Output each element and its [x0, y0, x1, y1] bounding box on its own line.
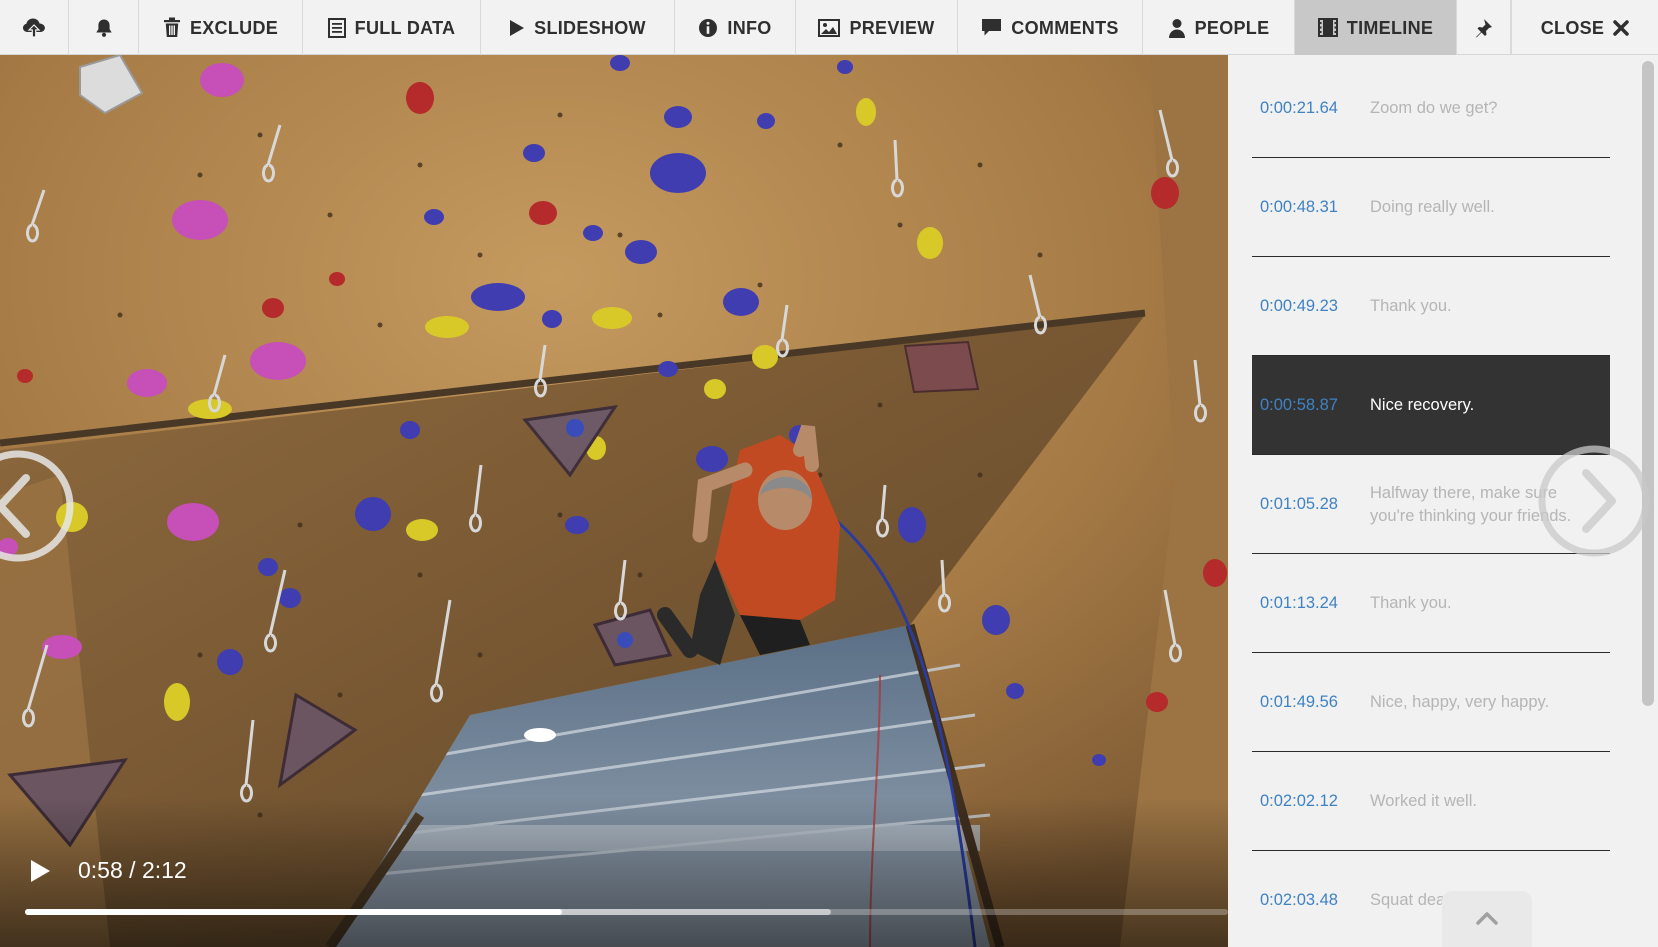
pin-icon — [1475, 18, 1492, 37]
chevron-up-icon — [1476, 912, 1498, 925]
timeline-timestamp[interactable]: 0:01:13.24 — [1260, 554, 1338, 653]
time-separator: / — [129, 857, 136, 883]
preview-label: PREVIEW — [849, 18, 935, 38]
bell-icon — [95, 19, 112, 37]
timeline-caption: Zoom do we get? — [1370, 99, 1498, 117]
close-label: CLOSE — [1540, 18, 1605, 38]
timeline-entry[interactable]: 0:00:48.31 Doing really well. — [1252, 158, 1610, 257]
person-icon — [1168, 18, 1185, 38]
panel-scrollbar[interactable] — [1642, 61, 1654, 706]
document-icon — [327, 17, 346, 38]
timeline-caption: Nice recovery. — [1370, 396, 1475, 414]
people-button[interactable]: PEOPLE — [1143, 0, 1295, 55]
timeline-entry[interactable]: 0:01:49.56 Nice, happy, very happy. — [1252, 653, 1610, 752]
toolbar: EXCLUDE FULL DATA SLIDESHOW INFO PREVIEW… — [0, 0, 1658, 55]
played-bar — [25, 909, 562, 915]
timeline-entry[interactable]: 0:00:49.23 Thank you. — [1252, 257, 1610, 356]
time-display: 0:58 / 2:12 — [78, 857, 187, 884]
timeline-label: TIMELINE — [1346, 18, 1434, 38]
info-button[interactable]: INFO — [675, 0, 796, 55]
timeline-entry[interactable]: 0:01:13.24 Thank you. — [1252, 554, 1610, 653]
image-icon — [818, 18, 841, 37]
timeline-entry[interactable]: 0:00:21.64 Zoom do we get? — [1252, 59, 1610, 158]
notifications-button[interactable] — [69, 0, 139, 55]
info-icon — [699, 18, 718, 37]
timeline-timestamp[interactable]: 0:02:02.12 — [1260, 752, 1338, 851]
timeline-timestamp[interactable]: 0:01:05.28 — [1260, 455, 1338, 554]
trash-icon — [163, 17, 180, 37]
upload-button[interactable] — [0, 0, 69, 55]
close-icon — [1613, 19, 1629, 36]
full-data-label: FULL DATA — [354, 18, 456, 38]
info-label: INFO — [727, 18, 772, 38]
exclude-button[interactable]: EXCLUDE — [139, 0, 303, 55]
upload-cloud-icon — [23, 18, 45, 38]
timeline-caption: Worked it well. — [1370, 792, 1477, 810]
timeline-caption: Thank you. — [1370, 297, 1452, 315]
timeline-timestamp[interactable]: 0:00:21.64 — [1260, 59, 1338, 158]
timeline-timestamp[interactable]: 0:02:03.48 — [1260, 851, 1338, 947]
slideshow-label: SLIDESHOW — [534, 18, 646, 38]
previous-arrow-icon[interactable] — [0, 448, 76, 564]
timeline-caption: Thank you. — [1370, 594, 1452, 612]
timeline-timestamp[interactable]: 0:00:49.23 — [1260, 257, 1338, 356]
close-button[interactable]: CLOSE — [1511, 0, 1658, 55]
exclude-label: EXCLUDE — [189, 18, 279, 38]
comments-button[interactable]: COMMENTS — [958, 0, 1143, 55]
timeline-caption: Doing really well. — [1370, 198, 1495, 216]
video-player[interactable]: 0:58 / 2:12 — [0, 55, 1228, 947]
scroll-to-top-button[interactable] — [1442, 891, 1532, 947]
play-icon[interactable] — [28, 858, 52, 884]
next-arrow-icon[interactable] — [1536, 443, 1652, 559]
comments-label: COMMENTS — [1011, 18, 1119, 38]
full-data-button[interactable]: FULL DATA — [303, 0, 481, 55]
timeline-panel: 0:00:21.64 Zoom do we get? 0:00:48.31 Do… — [1228, 55, 1658, 947]
timeline-entry-active[interactable]: 0:00:58.87 Nice recovery. — [1252, 356, 1610, 455]
play-icon — [510, 19, 525, 36]
comment-icon — [982, 19, 1002, 36]
film-icon — [1317, 18, 1338, 37]
timeline-timestamp[interactable]: 0:01:49.56 — [1260, 653, 1338, 752]
current-time: 0:58 — [78, 857, 123, 883]
pin-button[interactable] — [1457, 0, 1511, 55]
seek-bar[interactable] — [25, 909, 1228, 915]
timeline-tab[interactable]: TIMELINE — [1295, 0, 1457, 55]
preview-button[interactable]: PREVIEW — [796, 0, 958, 55]
timeline-timestamp[interactable]: 0:00:48.31 — [1260, 158, 1338, 257]
duration: 2:12 — [141, 857, 187, 883]
timeline-caption: Nice, happy, very happy. — [1370, 693, 1550, 711]
people-label: PEOPLE — [1194, 18, 1270, 38]
slideshow-button[interactable]: SLIDESHOW — [481, 0, 675, 55]
timeline-entry[interactable]: 0:02:02.12 Worked it well. — [1252, 752, 1610, 851]
timeline-entry[interactable]: 0:02:03.48 Squat dead. — [1252, 851, 1610, 947]
timeline-timestamp[interactable]: 0:00:58.87 — [1260, 356, 1338, 455]
